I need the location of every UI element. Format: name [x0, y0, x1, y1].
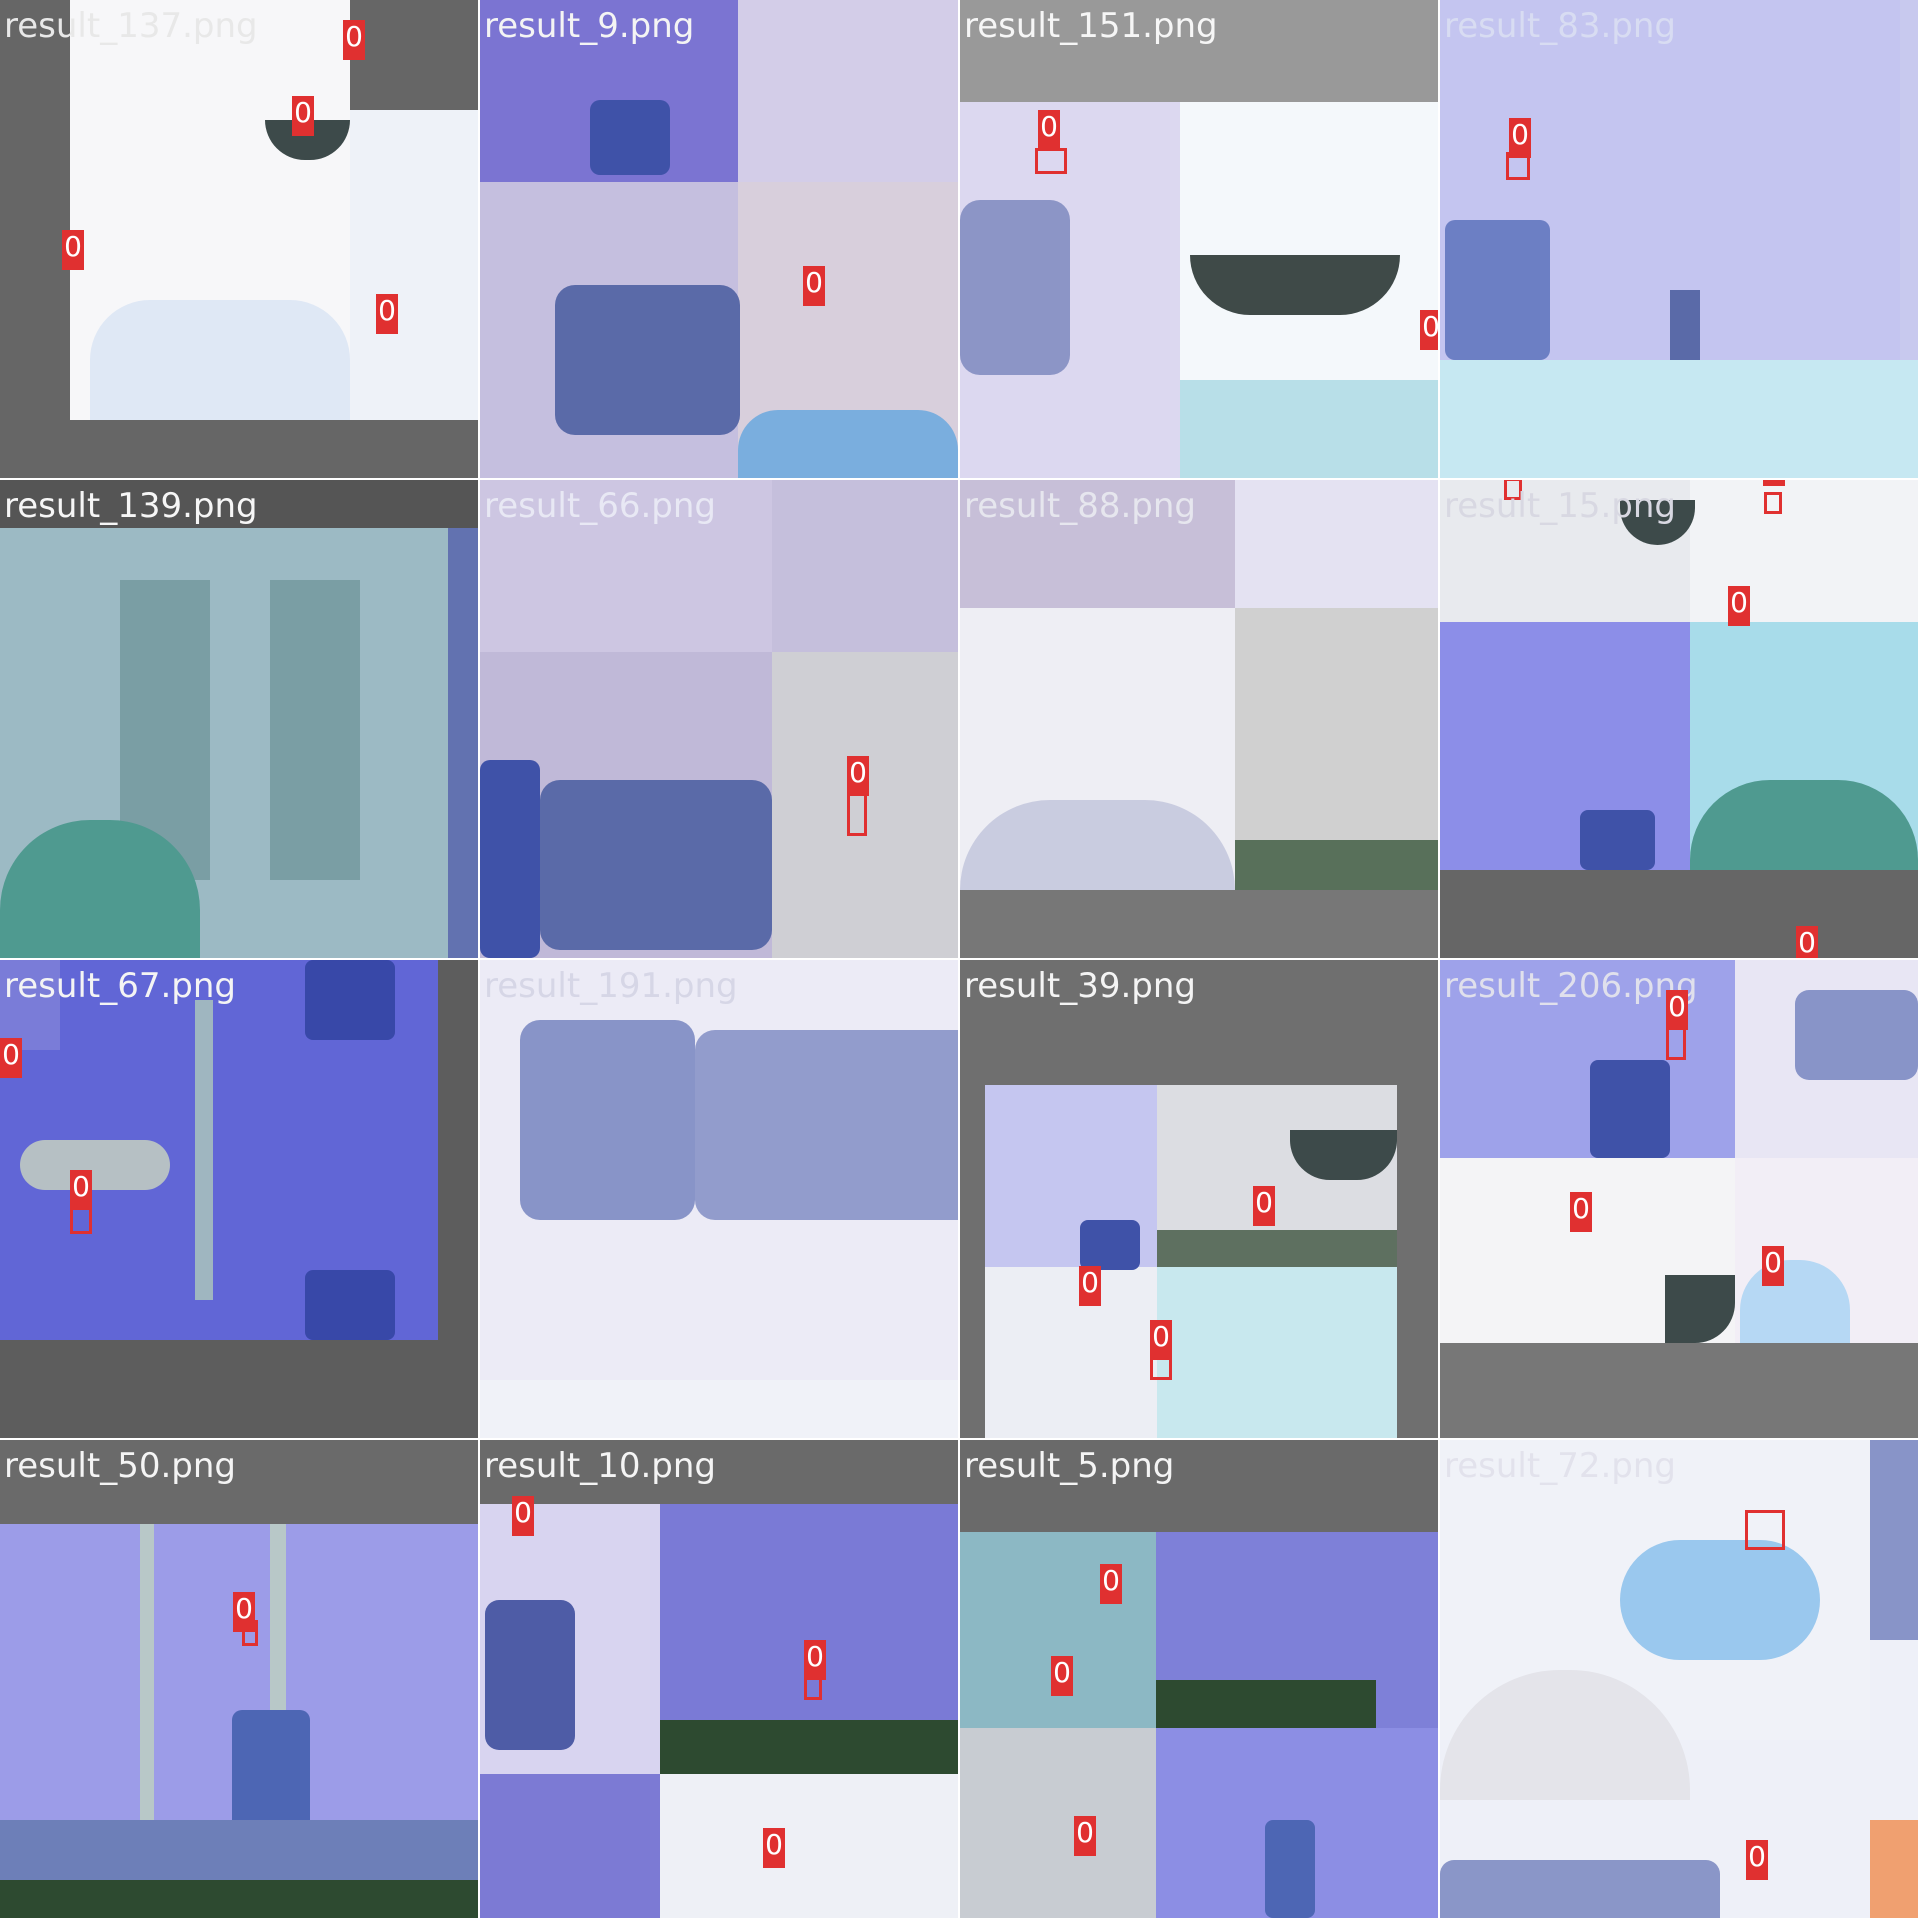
detection-tag: 0 [763, 1828, 785, 1868]
detection-box [1745, 1510, 1785, 1550]
mosaic-tile: 0 0 0 result_39.png [960, 960, 1438, 1438]
mosaic-tile: 0 result_66.png [480, 480, 958, 958]
detection-tag: 0 [1038, 110, 1060, 150]
detection-tag: 0 [1763, 480, 1785, 486]
tile-filename: result_39.png [964, 966, 1196, 1006]
mosaic-tile: 0 result_9.png [480, 0, 958, 478]
mosaic-tile: 0 0 result_151.png [960, 0, 1438, 478]
detection-tag: 0 [1150, 1320, 1172, 1360]
detection-tag: 0 [1074, 1816, 1096, 1856]
tile-filename: result_66.png [484, 486, 716, 526]
detection-mosaic: 0 0 0 0 result_137.png 0 result_9.png 0 … [0, 0, 1920, 1920]
detection-tag: 0 [1728, 586, 1750, 626]
tile-filename: result_151.png [964, 6, 1218, 46]
detection-tag: 0 [803, 266, 825, 306]
detection-tag: 0 [1420, 310, 1438, 350]
detection-box [1764, 492, 1782, 514]
detection-tag: 0 [1509, 118, 1531, 158]
tile-filename: result_191.png [484, 966, 738, 1006]
mosaic-tile: result_88.png [960, 480, 1438, 958]
detection-tag: 0 [1253, 1186, 1275, 1226]
detection-tag: 0 [1079, 1266, 1101, 1306]
detection-tag: 0 [233, 1592, 255, 1632]
tile-filename: result_137.png [4, 6, 258, 46]
tile-filename: result_10.png [484, 1446, 716, 1486]
detection-tag: 0 [376, 294, 398, 334]
detection-tag: 0 [1570, 1192, 1592, 1232]
detection-tag: 0 [1666, 990, 1688, 1030]
detection-tag: 0 [804, 1640, 826, 1680]
detection-tag: 0 [847, 756, 869, 796]
tile-filename: result_83.png [1444, 6, 1676, 46]
mosaic-tile: 0 0 0 0 result_137.png [0, 0, 478, 478]
mosaic-tile: 0 0 result_67.png [0, 960, 478, 1438]
tile-filename: result_15.png [1444, 486, 1676, 526]
mosaic-tile: 0 result_72.png [1440, 1440, 1918, 1918]
detection-tag: 0 [343, 20, 365, 60]
detection-tag: 0 [62, 230, 84, 270]
detection-box [1035, 148, 1067, 174]
mosaic-tile: result_139.png [0, 480, 478, 958]
detection-tag: 0 [70, 1170, 92, 1210]
mosaic-tile: 0 0 0 result_10.png [480, 1440, 958, 1918]
mosaic-tile: 0 result_83.png [1440, 0, 1918, 478]
detection-tag: 0 [1051, 1656, 1073, 1696]
detection-tag: 0 [512, 1496, 534, 1536]
detection-tag: 0 [1100, 1564, 1122, 1604]
mosaic-tile: 0 0 0 result_15.png [1440, 480, 1918, 958]
mosaic-tile: 0 result_50.png [0, 1440, 478, 1918]
detection-tag: 0 [1796, 926, 1818, 958]
detection-tag: 0 [292, 96, 314, 136]
tile-filename: result_67.png [4, 966, 236, 1006]
tile-filename: result_9.png [484, 6, 695, 46]
detection-tag: 0 [0, 1038, 22, 1078]
mosaic-tile: 0 0 0 result_5.png [960, 1440, 1438, 1918]
mosaic-tile: result_191.png [480, 960, 958, 1438]
tile-filename: result_139.png [4, 486, 258, 526]
tile-filename: result_206.png [1444, 966, 1698, 1006]
tile-filename: result_72.png [1444, 1446, 1676, 1486]
detection-box [847, 790, 867, 836]
tile-filename: result_5.png [964, 1446, 1175, 1486]
tile-filename: result_88.png [964, 486, 1196, 526]
detection-tag: 0 [1762, 1246, 1784, 1286]
detection-tag: 0 [1746, 1840, 1768, 1880]
tile-filename: result_50.png [4, 1446, 236, 1486]
mosaic-tile: 0 0 0 result_206.png [1440, 960, 1918, 1438]
